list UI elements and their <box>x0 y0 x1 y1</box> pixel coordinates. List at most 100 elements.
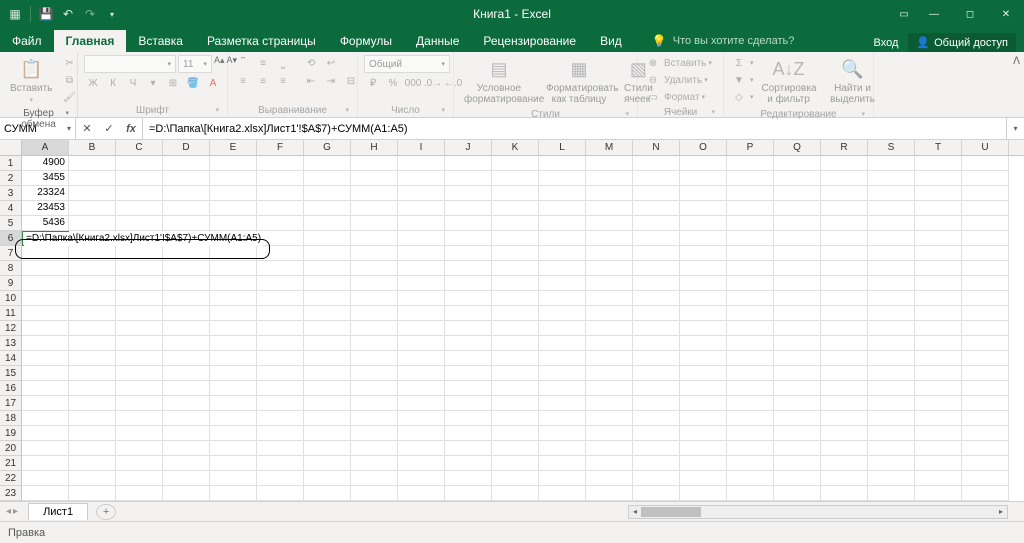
cell[interactable] <box>304 411 351 426</box>
cell[interactable] <box>774 276 821 291</box>
cell[interactable] <box>22 351 69 366</box>
cell[interactable] <box>163 381 210 396</box>
cell[interactable] <box>774 291 821 306</box>
cell[interactable] <box>821 216 868 231</box>
cell[interactable] <box>351 201 398 216</box>
cell[interactable] <box>821 441 868 456</box>
cell[interactable] <box>774 261 821 276</box>
cell[interactable] <box>633 456 680 471</box>
cell[interactable] <box>727 246 774 261</box>
cell[interactable]: 23453 <box>22 201 69 216</box>
paste-button[interactable]: 📋 Вставить ▾ <box>6 55 56 106</box>
cell[interactable] <box>210 246 257 261</box>
cell[interactable] <box>774 471 821 486</box>
cell[interactable] <box>163 261 210 276</box>
cell[interactable] <box>633 246 680 261</box>
cell[interactable]: 5436 <box>22 216 69 231</box>
row-header[interactable]: 22 <box>0 471 22 486</box>
cell[interactable] <box>351 186 398 201</box>
cell[interactable] <box>680 486 727 501</box>
cell[interactable] <box>257 486 304 501</box>
cell[interactable] <box>257 261 304 276</box>
cell[interactable] <box>351 441 398 456</box>
cell[interactable] <box>821 186 868 201</box>
column-header[interactable]: C <box>116 140 163 155</box>
cell[interactable] <box>257 336 304 351</box>
cell[interactable] <box>210 486 257 501</box>
cell[interactable] <box>69 171 116 186</box>
cell[interactable] <box>22 291 69 306</box>
cell[interactable] <box>868 291 915 306</box>
cell[interactable] <box>210 171 257 186</box>
cell[interactable] <box>821 396 868 411</box>
cell[interactable] <box>821 366 868 381</box>
percent-icon[interactable]: % <box>384 75 402 91</box>
cell[interactable] <box>774 246 821 261</box>
cell[interactable] <box>915 261 962 276</box>
cell[interactable] <box>633 291 680 306</box>
cell[interactable] <box>445 486 492 501</box>
cell[interactable] <box>257 156 304 171</box>
cell[interactable] <box>586 321 633 336</box>
formula-input[interactable]: =D:\Папка\[Книга2.xlsx]Лист1'!$A$7)+СУММ… <box>143 118 1006 139</box>
cell[interactable] <box>962 321 1009 336</box>
cell[interactable] <box>821 261 868 276</box>
cell[interactable] <box>22 396 69 411</box>
tab-data[interactable]: Данные <box>404 30 471 52</box>
cell[interactable] <box>210 261 257 276</box>
cell[interactable] <box>680 456 727 471</box>
cell[interactable] <box>69 156 116 171</box>
cell[interactable] <box>116 156 163 171</box>
cell[interactable] <box>210 186 257 201</box>
cell[interactable] <box>398 201 445 216</box>
cell[interactable] <box>868 486 915 501</box>
cell[interactable] <box>727 411 774 426</box>
cell[interactable] <box>210 321 257 336</box>
cell[interactable] <box>445 231 492 246</box>
fx-icon[interactable]: fx <box>120 123 142 135</box>
cell[interactable] <box>633 276 680 291</box>
cell[interactable] <box>257 471 304 486</box>
column-header[interactable]: Q <box>774 140 821 155</box>
cell[interactable] <box>116 351 163 366</box>
cell[interactable] <box>304 246 351 261</box>
cell[interactable] <box>163 426 210 441</box>
cell[interactable] <box>492 246 539 261</box>
tab-file[interactable]: Файл <box>0 30 54 52</box>
cell[interactable] <box>445 186 492 201</box>
autosum-icon[interactable]: Σ <box>730 55 748 71</box>
cell[interactable] <box>586 291 633 306</box>
cell[interactable] <box>351 321 398 336</box>
cell[interactable] <box>351 171 398 186</box>
cell[interactable] <box>727 171 774 186</box>
cell[interactable] <box>445 291 492 306</box>
cell[interactable] <box>868 261 915 276</box>
number-format-combo[interactable]: Общий▾ <box>364 55 450 73</box>
cell[interactable] <box>304 471 351 486</box>
cell[interactable] <box>962 486 1009 501</box>
cell[interactable] <box>774 186 821 201</box>
cell[interactable] <box>304 486 351 501</box>
cell[interactable] <box>116 291 163 306</box>
cell[interactable] <box>492 396 539 411</box>
cell[interactable] <box>351 426 398 441</box>
cell[interactable] <box>962 261 1009 276</box>
cell[interactable] <box>398 441 445 456</box>
cell[interactable]: 23324 <box>22 186 69 201</box>
row-header[interactable]: 8 <box>0 261 22 276</box>
cell[interactable] <box>586 156 633 171</box>
cell[interactable] <box>304 231 351 246</box>
cell[interactable] <box>539 411 586 426</box>
cell[interactable] <box>727 291 774 306</box>
cell[interactable] <box>633 321 680 336</box>
column-header[interactable]: L <box>539 140 586 155</box>
cell[interactable] <box>727 216 774 231</box>
cell[interactable] <box>163 351 210 366</box>
cell[interactable] <box>821 201 868 216</box>
cell[interactable] <box>116 426 163 441</box>
cell[interactable] <box>69 426 116 441</box>
cell[interactable] <box>868 456 915 471</box>
share-button[interactable]: 👤 Общий доступ <box>908 33 1016 52</box>
cell[interactable] <box>633 306 680 321</box>
column-header[interactable]: E <box>210 140 257 155</box>
